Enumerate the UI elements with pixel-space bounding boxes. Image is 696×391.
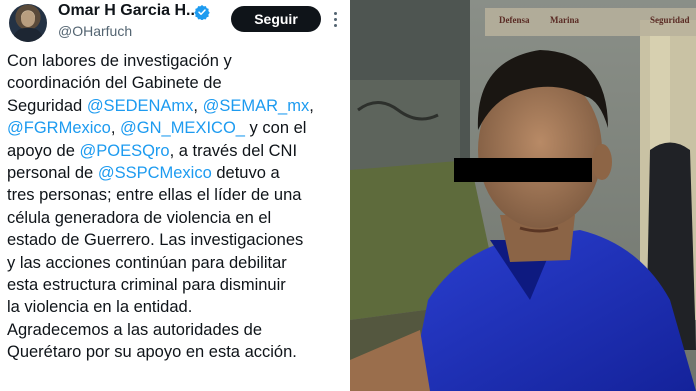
censor-bar bbox=[454, 158, 592, 182]
mention-link[interactable]: @POESQro bbox=[79, 142, 169, 160]
tweet-text-segment: la violencia en la entidad. bbox=[7, 298, 193, 317]
tweet-line: Agradecemos a las autoridades de bbox=[7, 319, 345, 341]
author-handle[interactable]: @OHarfuch bbox=[58, 23, 132, 39]
follow-button[interactable]: Seguir bbox=[231, 6, 321, 32]
avatar-suit bbox=[13, 28, 43, 42]
tweet-line: esta estructura criminal para disminuir bbox=[7, 274, 345, 296]
tweet-line: Con labores de investigación y bbox=[7, 50, 345, 72]
tweet-text-segment: Con labores de investigación y bbox=[7, 52, 232, 70]
tweet-text-segment: célula generadora de violencia en el bbox=[7, 208, 272, 227]
avatar[interactable] bbox=[9, 4, 47, 42]
tweet-text-segment: esta estructura criminal para disminuir bbox=[7, 275, 286, 294]
photo-scene bbox=[350, 0, 696, 391]
tweet-text-segment: Seguridad bbox=[7, 96, 87, 115]
tweet-line: personal de @SSPCMexico detuvo a bbox=[7, 162, 345, 184]
tweet-line: estado de Guerrero. Las investigaciones bbox=[7, 229, 345, 251]
tweet-line: apoyo de @POESQro, a través del CNI bbox=[7, 140, 345, 162]
tweet-text-segment: , bbox=[193, 96, 203, 115]
tweet-line: coordinación del Gabinete de bbox=[7, 72, 345, 94]
avatar-face bbox=[21, 11, 35, 27]
tweet-text-segment: detuvo a bbox=[211, 163, 280, 182]
mention-link[interactable]: @SEMAR_mx bbox=[203, 97, 310, 115]
tweet-text-segment: apoyo de bbox=[7, 141, 80, 160]
tweet-text-segment: Agradecemos a las autoridades de bbox=[7, 320, 262, 339]
tweet-line: tres personas; entre ellas el líder de u… bbox=[7, 184, 345, 206]
tweet-line: Seguridad @SEDENAmx, @SEMAR_mx, bbox=[7, 95, 345, 117]
mention-link[interactable]: @SEDENAmx bbox=[87, 97, 194, 115]
tweet-line: @FGRMexico, @GN_MEXICO_ y con el bbox=[7, 117, 345, 139]
mention-link[interactable]: @FGRMexico bbox=[7, 119, 111, 137]
tweet-text-segment: Querétaro por su apoyo en esta acción. bbox=[7, 343, 297, 362]
logo-defensa: Defensa bbox=[499, 15, 530, 25]
tweet-text-segment: y las acciones continúan para debilitar bbox=[7, 253, 287, 272]
tweet-text-segment: estado de Guerrero. Las investigaciones bbox=[7, 231, 304, 250]
tweet-text-segment: , bbox=[110, 119, 121, 138]
tweet-text: Con labores de investigación y coordinaci… bbox=[7, 50, 345, 363]
tweet-text-segment: , bbox=[309, 96, 314, 115]
tweet-text-segment: , a través del CNI bbox=[169, 141, 298, 160]
tweet-line: célula generadora de violencia en el bbox=[7, 207, 345, 229]
tweet-text-segment: coordinación del Gabinete de bbox=[7, 74, 222, 93]
tweet-line: y las acciones continúan para debilitar bbox=[7, 252, 345, 274]
logo-marina: Marina bbox=[550, 15, 579, 25]
tweet-line: la violencia en la entidad. bbox=[7, 296, 345, 318]
tweet-text-segment: personal de bbox=[7, 163, 98, 182]
mention-link[interactable]: @GN_MEXICO_ bbox=[120, 119, 245, 137]
mention-link[interactable]: @SSPCMexico bbox=[98, 164, 212, 182]
more-options-icon[interactable] bbox=[334, 12, 338, 28]
tweet-line: Querétaro por su apoyo en esta acción. bbox=[7, 341, 345, 363]
verified-badge-icon bbox=[194, 5, 210, 20]
author-name[interactable]: Omar H Garcia H... bbox=[58, 2, 199, 20]
tweet-photo[interactable]: Defensa Marina Seguridad bbox=[350, 0, 696, 391]
tweet-text-segment: y con el bbox=[244, 119, 307, 138]
logo-seguridad: Seguridad bbox=[650, 15, 690, 25]
tweet-text-segment: tres personas; entre ellas el líder de u… bbox=[7, 186, 302, 205]
tweet-card: Omar H Garcia H... @OHarfuch Seguir Con … bbox=[0, 0, 346, 391]
